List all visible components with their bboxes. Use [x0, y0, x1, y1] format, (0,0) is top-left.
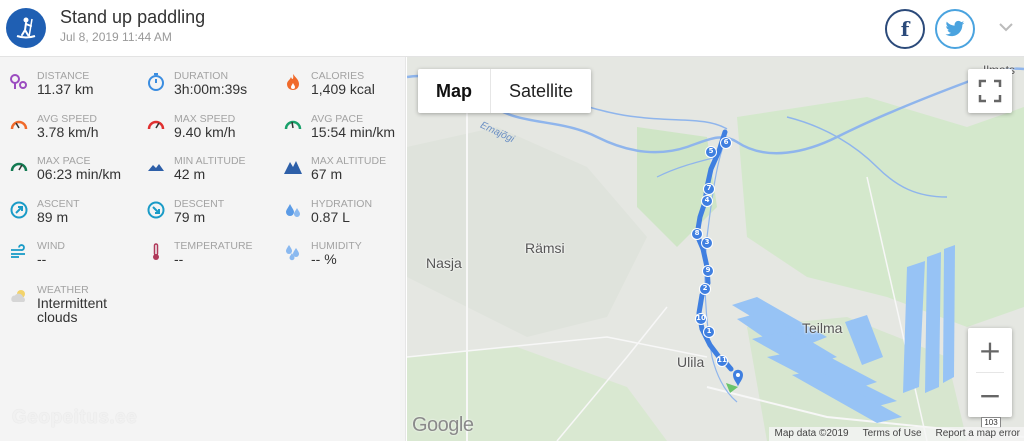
- checkpoint-marker[interactable]: 4: [701, 195, 713, 207]
- stat-value: 15:54 min/km: [311, 124, 396, 140]
- stat-value: Intermittent clouds: [37, 295, 108, 325]
- report-map-error-link[interactable]: Report a map error: [936, 427, 1020, 441]
- zoom-in-button[interactable]: +: [968, 328, 1012, 372]
- place-label: Teilma: [802, 320, 843, 336]
- place-label: Nasja: [426, 255, 462, 271]
- facebook-icon: f: [900, 17, 910, 41]
- place-label: Rämsi: [525, 240, 565, 256]
- flame-icon: [287, 74, 299, 90]
- twitter-icon: [945, 20, 965, 37]
- map-type-control: Map Satellite: [418, 69, 592, 113]
- map-type-satellite-button[interactable]: Satellite: [491, 69, 591, 113]
- route-map[interactable]: 6 5 7 4 8 3 9 2 10 1 11 Nasja Rämsi Teil…: [407, 57, 1024, 441]
- stat-value: 67 m: [311, 166, 343, 182]
- stand-up-paddling-icon: [6, 8, 46, 48]
- twitter-share-button[interactable]: [935, 9, 975, 49]
- checkpoint-marker[interactable]: 2: [699, 283, 711, 295]
- stats-panel: DISTANCE 11.37 km DURATION 3h:00m:39s CA…: [0, 57, 406, 441]
- stat-value: 11.37 km: [37, 81, 94, 97]
- stat-value: 1,409 kcal: [311, 81, 375, 97]
- stat-value: 06:23 min/km: [37, 166, 122, 182]
- checkpoint-marker[interactable]: 11: [716, 355, 728, 367]
- stat-value: 3h:00m:39s: [174, 81, 248, 97]
- checkpoint-marker[interactable]: 10: [695, 313, 707, 325]
- ascent-icon: [10, 201, 28, 219]
- speedometer-icon: [147, 120, 165, 130]
- thermometer-icon: [153, 243, 159, 260]
- activity-date: Jul 8, 2019 11:44 AM: [60, 30, 172, 44]
- stat-value: -- %: [311, 251, 337, 267]
- checkpoint-marker[interactable]: 9: [702, 265, 714, 277]
- cloud-sun-icon: [11, 290, 25, 302]
- pace-gauge-icon: [10, 162, 28, 172]
- water-drops-icon: [286, 204, 300, 217]
- activity-title: Stand up paddling: [60, 7, 206, 27]
- wind-icon: [11, 244, 25, 258]
- map-data-label: Map data ©2019: [774, 428, 849, 439]
- map-attribution: Map data ©2019 Terms of Use Report a map…: [768, 427, 1024, 441]
- fullscreen-button[interactable]: [968, 69, 1012, 113]
- speedometer-icon: [10, 120, 28, 130]
- stat-value: 42 m: [174, 166, 206, 182]
- place-label: Ulila: [677, 354, 705, 370]
- stat-value: --: [37, 251, 47, 267]
- stat-value: 9.40 km/h: [174, 124, 236, 140]
- stat-value: --: [174, 251, 184, 267]
- mountain-icon: [284, 161, 302, 174]
- checkpoint-marker[interactable]: 8: [691, 228, 703, 240]
- google-logo[interactable]: Google: [412, 414, 474, 437]
- zoom-control: + −: [968, 328, 1012, 417]
- stopwatch-icon: [148, 73, 164, 91]
- pace-gauge-icon: [284, 120, 302, 130]
- route-icon: [10, 74, 27, 89]
- terms-of-use-link[interactable]: Terms of Use: [863, 427, 922, 441]
- facebook-share-button[interactable]: f: [885, 9, 925, 49]
- map-type-map-button[interactable]: Map: [418, 69, 490, 113]
- checkpoint-marker[interactable]: 3: [701, 237, 713, 249]
- checkpoint-marker[interactable]: 1: [703, 326, 715, 338]
- chevron-down-icon[interactable]: [996, 17, 1016, 37]
- descent-icon: [147, 201, 165, 219]
- map-canvas[interactable]: [407, 57, 1024, 441]
- stat-value: 3.78 km/h: [37, 124, 99, 140]
- humidity-icon: [286, 245, 299, 261]
- stat-value: 0.87 L: [311, 209, 350, 225]
- checkpoint-marker[interactable]: 7: [703, 183, 715, 195]
- zoom-out-button[interactable]: −: [968, 373, 1012, 417]
- watermark: Geopeitus.ee: [12, 407, 138, 428]
- stat-value: 79 m: [174, 209, 206, 225]
- stat-label: TEMPERATURE: [174, 240, 253, 252]
- activity-header: Stand up paddling Jul 8, 2019 11:44 AM f: [0, 0, 1024, 57]
- stat-value: 89 m: [37, 209, 69, 225]
- fullscreen-icon: [978, 79, 1002, 103]
- checkpoint-marker[interactable]: 6: [720, 137, 732, 149]
- checkpoint-marker[interactable]: 5: [705, 146, 717, 158]
- mountain-icon: [148, 164, 164, 171]
